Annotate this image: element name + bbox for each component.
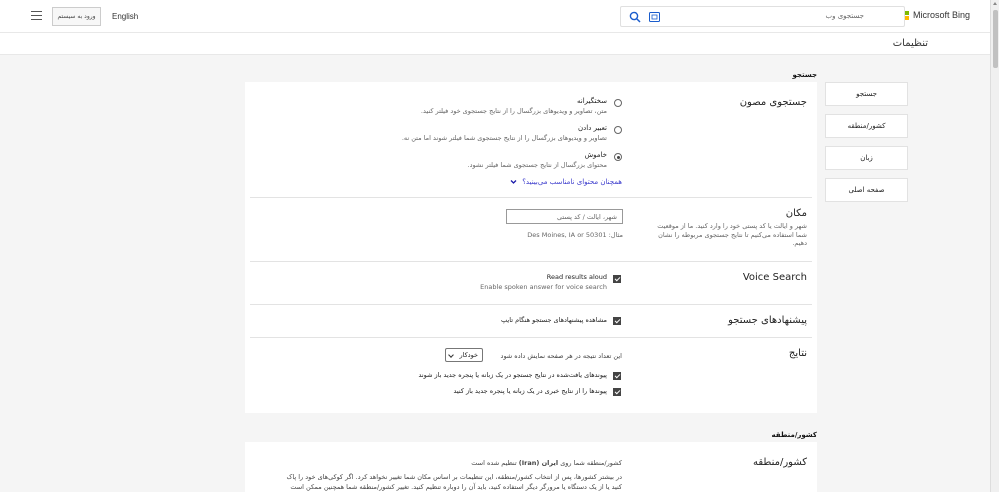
safe-search-title: جستجوی مصون [739,97,807,108]
option-moderate: تعبیر دادن تصاویر و ویدیوهای بزرگسال را … [402,124,607,142]
divider [250,261,812,262]
results-title: نتایج [788,348,807,359]
logo-text: Microsoft Bing [912,10,970,20]
english-language-link[interactable]: English [112,12,138,21]
read-aloud-checkbox[interactable] [613,275,621,283]
country-current: کشور/منطقه شما روی ایران (Iran) تنظیم شد… [471,459,622,467]
open-links-label: پیوندهای یافت‌شده در نتایج جستجو در یک ز… [418,371,607,379]
settings-title-bar: تنظیمات [0,33,990,55]
results-per-page-select[interactable]: خودکار [445,348,483,362]
bing-logo[interactable]: Microsoft Bing [899,10,970,20]
search-icon[interactable] [629,11,641,23]
location-title: مکان [785,208,807,219]
search-placeholder: جستجوی وب [825,12,865,20]
page-title: تنظیمات [892,38,928,49]
country-current-value: ایران (Iran) [518,459,559,467]
login-button[interactable]: ورود به سیستم [52,7,101,26]
option-off-desc: محتوای بزرگسال از نتایج جستجوی شما فیلتر… [467,161,607,169]
divider [250,337,812,338]
chevron-down-icon[interactable] [510,179,517,185]
voice-search-title: Voice Search [742,272,807,283]
radio-moderate[interactable] [614,126,622,134]
suggestions-checkbox[interactable] [613,317,621,325]
suggestions-title: پیشنهادهای جستجو [728,315,807,326]
radio-strict[interactable] [614,99,622,107]
nav-homepage[interactable]: صفحه اصلی [825,178,908,202]
open-links-checkbox[interactable] [613,372,621,380]
scroll-up-arrow-icon[interactable] [993,2,997,5]
country-title: کشور/منطقه [752,457,807,468]
read-aloud-desc: Enable spoken answer for voice search [480,283,607,291]
location-input[interactable]: شهر، ایالت / کد پستی [506,209,623,224]
nav-search[interactable]: جستجو [825,82,908,106]
nav-language[interactable]: زبان [825,146,908,170]
country-current-prefix: کشور/منطقه شما روی [560,459,622,467]
divider [250,197,812,198]
country-current-suffix: تنظیم شده است [471,459,517,467]
open-news-checkbox[interactable] [613,388,621,396]
results-per-page-label: این تعداد نتیجه در هر صفحه نمایش داده شو… [500,352,622,360]
inappropriate-content-link[interactable]: همچنان محتوای نامناسب می‌بینید؟ [522,178,622,186]
search-input[interactable]: جستجوی وب [620,6,905,27]
option-strict-desc: متن، تصاویر و ویدیوهای بزرگسال را از نتا… [420,107,607,115]
search-section-heading: جستجو [792,71,817,79]
country-desc-line2: کنید یا از یک دستگاه یا مرورگر دیگر استف… [290,483,622,491]
hamburger-menu-icon[interactable] [31,11,42,20]
option-off-label: خاموش [584,151,607,159]
option-moderate-desc: تصاویر و ویدیوهای بزرگسال را از نتایج جس… [401,134,607,142]
results-per-page-value: خودکار [459,351,478,359]
search-settings-panel: جستجوی مصون سختگیرانه متن، تصاویر و ویدی… [245,82,817,413]
country-section-heading: کشور/منطقه [771,431,817,439]
option-strict-label: سختگیرانه [577,97,607,105]
country-settings-panel: کشور/منطقه کشور/منطقه شما روی ایران (Ira… [245,442,817,492]
option-moderate-label: تعبیر دادن [578,124,607,132]
nav-country-region[interactable]: کشور/منطقه [825,114,908,138]
option-off: خاموش محتوای بزرگسال از نتایج جستجوی شما… [468,151,607,169]
read-aloud-label: Read results aloud [546,273,607,281]
page-scrollbar[interactable] [990,0,999,492]
radio-off[interactable] [614,153,622,161]
option-strict: سختگیرانه متن، تصاویر و ویدیوهای بزرگسال… [421,97,607,115]
visual-search-icon[interactable] [649,12,660,22]
location-example: مثال: Des Moines, IA or 50301 [527,231,623,239]
location-desc: شهر و ایالت یا کد پستی خود را وارد کنید.… [657,222,807,247]
top-header: Microsoft Bing جستجوی وب English ورود به… [0,0,990,33]
country-desc-line1: در بیشتر کشورها، پس از انتخاب کشور/منطقه… [286,473,622,481]
open-news-label: پیوندها را از نتایج خبری در یک زبانه یا … [453,387,608,395]
select-chevron-icon [448,352,454,358]
suggestions-label: مشاهده پیشنهادهای جستجو هنگام تایپ [501,316,607,324]
divider [250,304,812,305]
scroll-thumb[interactable] [993,10,998,68]
